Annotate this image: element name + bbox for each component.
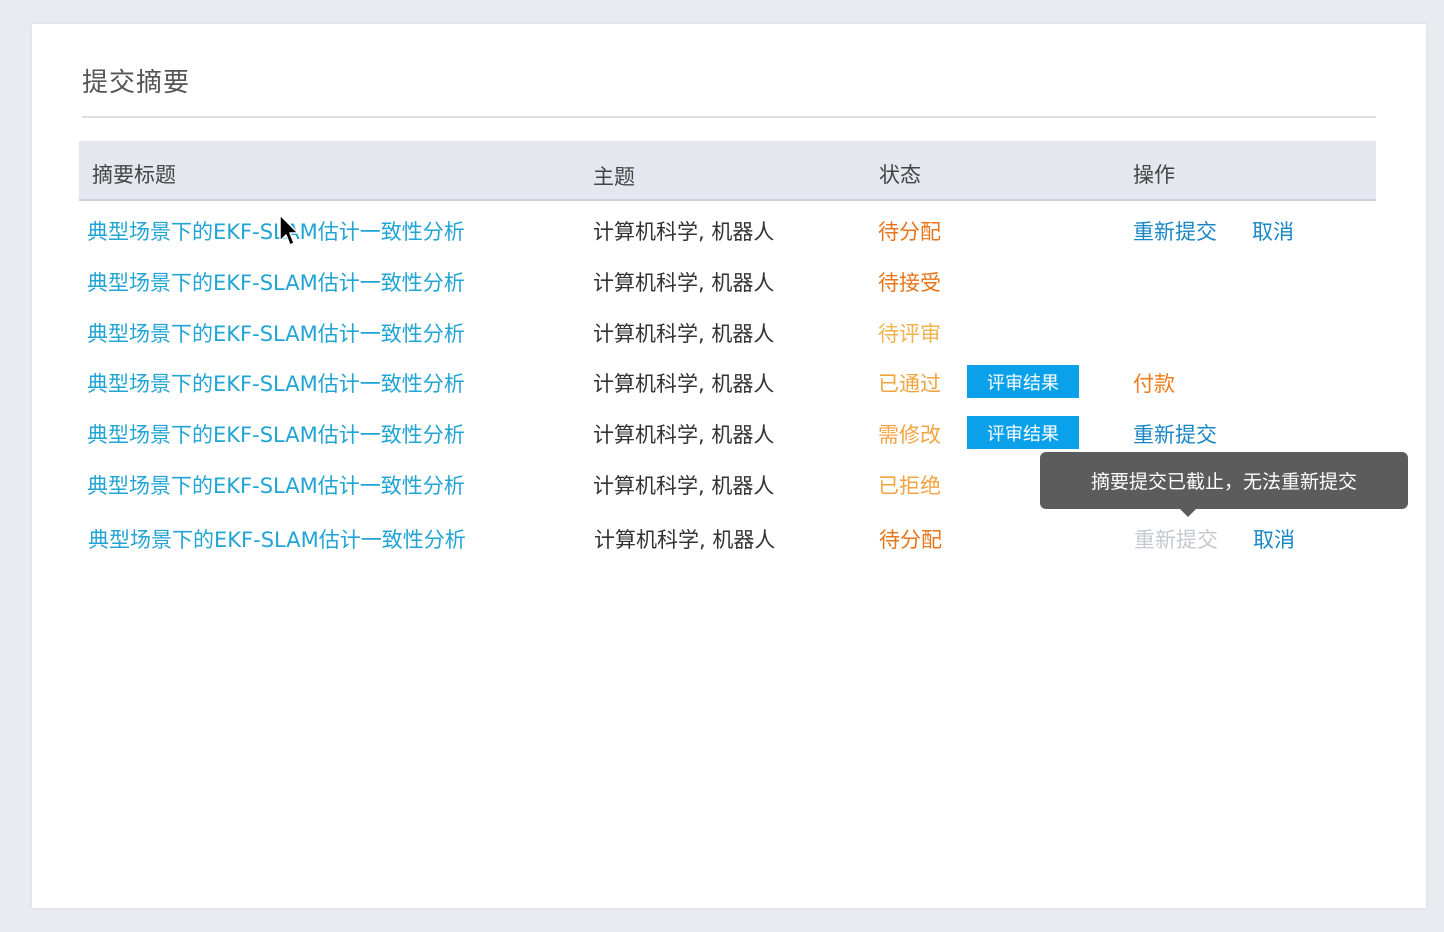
status-text: 待分配 xyxy=(878,220,941,244)
deadline-tooltip: 摘要提交已截止，无法重新提交 xyxy=(1040,452,1408,517)
topic-text: 计算机科学, 机器人 xyxy=(594,528,776,552)
resubmit-link[interactable]: 重新提交 xyxy=(1133,216,1217,246)
status-text: 已拒绝 xyxy=(878,474,941,498)
review-result-button[interactable]: 评审结果 xyxy=(967,416,1079,449)
abstract-title-link[interactable]: 典型场景下的EKF-SLAM估计一致性分析 xyxy=(87,216,465,246)
header-actions: 操作 xyxy=(1133,163,1175,187)
page-title: 提交摘要 xyxy=(82,68,191,98)
header-status: 状态 xyxy=(879,163,921,187)
table-row: 典型场景下的EKF-SLAM估计一致性分析 计算机科学, 机器人 待评审 xyxy=(32,318,1426,358)
status-text: 已通过 xyxy=(878,372,941,396)
topic-text: 计算机科学, 机器人 xyxy=(593,474,775,498)
resubmit-link-disabled: 重新提交 xyxy=(1134,528,1218,552)
abstract-title-link[interactable]: 典型场景下的EKF-SLAM估计一致性分析 xyxy=(87,470,465,500)
table-row: 典型场景下的EKF-SLAM估计一致性分析 计算机科学, 机器人 待接受 xyxy=(32,267,1426,307)
abstract-title-link[interactable]: 典型场景下的EKF-SLAM估计一致性分析 xyxy=(88,524,466,554)
status-text: 待接受 xyxy=(878,271,941,295)
header-title: 摘要标题 xyxy=(92,163,176,187)
mouse-cursor-icon xyxy=(279,214,299,246)
title-divider xyxy=(82,116,1376,118)
topic-text: 计算机科学, 机器人 xyxy=(593,372,775,396)
table-row: 典型场景下的EKF-SLAM估计一致性分析 计算机科学, 机器人 已通过 评审结… xyxy=(32,365,1426,408)
abstract-title-link[interactable]: 典型场景下的EKF-SLAM估计一致性分析 xyxy=(87,419,465,449)
table-header: 摘要标题 主题 状态 操作 xyxy=(79,141,1376,201)
status-text: 需修改 xyxy=(878,423,941,447)
header-topic: 主题 xyxy=(593,165,635,189)
tooltip-text: 摘要提交已截止，无法重新提交 xyxy=(1091,471,1358,493)
table-row: 典型场景下的EKF-SLAM估计一致性分析 计算机科学, 机器人 待分配 重新提… xyxy=(32,216,1426,256)
cancel-link[interactable]: 取消 xyxy=(1253,524,1295,554)
abstract-title-link[interactable]: 典型场景下的EKF-SLAM估计一致性分析 xyxy=(87,267,465,297)
topic-text: 计算机科学, 机器人 xyxy=(593,271,775,295)
table-row: 典型场景下的EKF-SLAM估计一致性分析 计算机科学, 机器人 待分配 重新提… xyxy=(32,524,1426,564)
abstract-title-link[interactable]: 典型场景下的EKF-SLAM估计一致性分析 xyxy=(87,368,465,398)
resubmit-link[interactable]: 重新提交 xyxy=(1133,419,1217,449)
topic-text: 计算机科学, 机器人 xyxy=(593,322,775,346)
topic-text: 计算机科学, 机器人 xyxy=(593,423,775,447)
review-result-button[interactable]: 评审结果 xyxy=(967,365,1079,398)
topic-text: 计算机科学, 机器人 xyxy=(593,220,775,244)
status-text: 待评审 xyxy=(878,322,941,346)
pay-link[interactable]: 付款 xyxy=(1133,368,1175,398)
status-text: 待分配 xyxy=(879,528,942,552)
tooltip-arrow xyxy=(1180,509,1196,517)
cancel-link[interactable]: 取消 xyxy=(1252,216,1294,246)
abstract-card: 提交摘要 摘要标题 主题 状态 操作 典型场景下的EKF-SLAM估计一致性分析… xyxy=(32,24,1426,908)
abstract-title-link[interactable]: 典型场景下的EKF-SLAM估计一致性分析 xyxy=(87,318,465,348)
